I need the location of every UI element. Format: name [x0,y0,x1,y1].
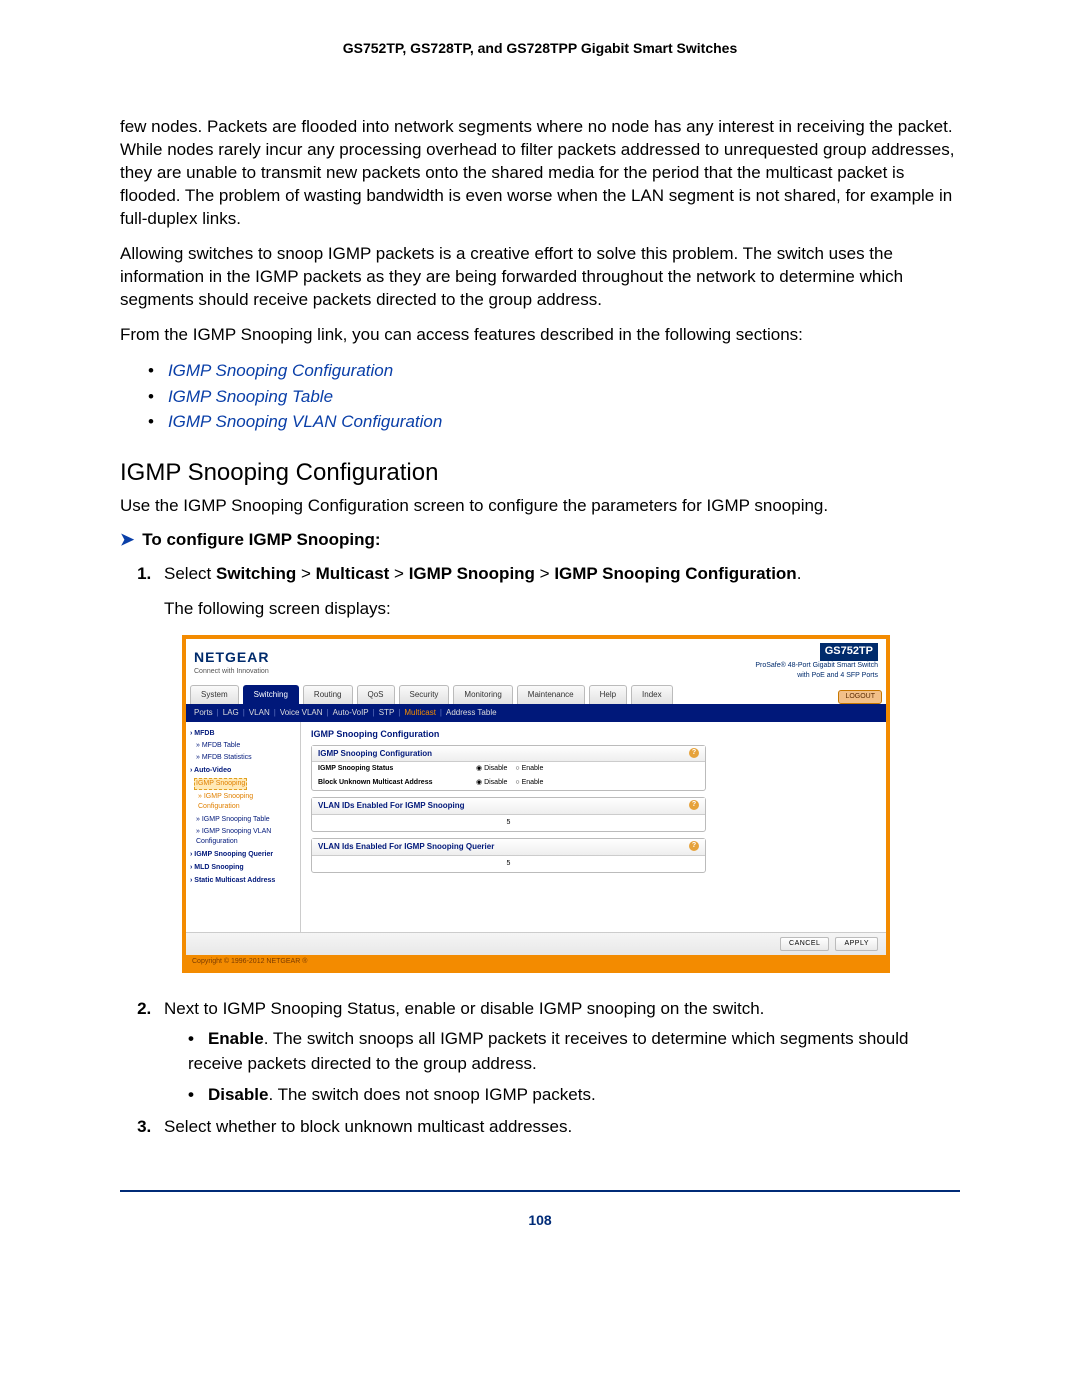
paragraph: few nodes. Packets are flooded into netw… [120,116,960,231]
tab-security[interactable]: Security [399,685,450,704]
paragraph: Use the IGMP Snooping Configuration scre… [120,495,960,518]
side-link-selected[interactable]: » IGMP Snooping Configuration [198,792,296,812]
brand-tagline: Connect with Innovation [194,667,269,677]
apply-button[interactable]: APPLY [835,937,878,951]
subtab[interactable]: Auto-VoIP [333,707,369,719]
help-icon[interactable]: ? [689,841,699,851]
side-link[interactable]: » MFDB Table [196,741,296,751]
section-link[interactable]: IGMP Snooping Configuration [148,358,960,384]
tab-monitoring[interactable]: Monitoring [453,685,512,704]
config-panel: IGMP Snooping Configuration? IGMP Snoopi… [311,745,706,792]
section-link[interactable]: IGMP Snooping Table [148,384,960,410]
sub-item: Enable. The switch snoops all IGMP packe… [188,1027,960,1076]
side-group[interactable]: › Auto-Video [190,766,296,776]
paragraph: Allowing switches to snoop IGMP packets … [120,243,960,312]
step: Select Switching > Multicast > IGMP Snoo… [156,562,960,973]
tab-index[interactable]: Index [631,685,673,704]
tab-routing[interactable]: Routing [303,685,353,704]
tab-system[interactable]: System [190,685,239,704]
step: Select whether to block unknown multicas… [156,1115,960,1140]
subtab[interactable]: VLAN [249,707,270,719]
page-number: 108 [120,1212,960,1228]
row-label: Block Unknown Multicast Address [318,778,468,788]
panel-value: 5 [312,856,705,872]
side-group[interactable]: › MFDB [190,729,296,739]
ui-screenshot: NETGEAR Connect with Innovation GS752TP … [182,635,890,973]
doc-title: GS752TP, GS728TP, and GS728TPP Gigabit S… [120,40,960,56]
side-link[interactable]: » IGMP Snooping VLAN Configuration [196,827,296,847]
model-info: GS752TP ProSafe® 48-Port Gigabit Smart S… [755,643,878,681]
sub-item: Disable. The switch does not snoop IGMP … [188,1083,960,1108]
sub-tab-bar: Ports| LAG| VLAN| Voice VLAN| Auto-VoIP|… [186,704,886,722]
help-icon[interactable]: ? [689,748,699,758]
tab-help[interactable]: Help [589,685,627,704]
panel-value: 5 [312,815,705,831]
procedure-heading: ➤To configure IGMP Snooping: [120,530,960,550]
subtab[interactable]: Address Table [446,707,497,719]
subtab[interactable]: LAG [223,707,239,719]
main-tab-bar: System Switching Routing QoS Security Mo… [186,683,886,704]
logout-button[interactable]: LOGOUT [838,690,882,704]
help-icon[interactable]: ? [689,800,699,810]
radio-enable[interactable]: ○ Enable [515,765,543,772]
paragraph: From the IGMP Snooping link, you can acc… [120,324,960,347]
vlan-snooping-panel: VLAN IDs Enabled For IGMP Snooping? 5 [311,797,706,832]
section-link-list: IGMP Snooping Configuration IGMP Snoopin… [148,358,960,435]
side-group[interactable]: › IGMP Snooping Querier [190,850,296,860]
tab-qos[interactable]: QoS [357,685,395,704]
sidebar: › MFDB » MFDB Table » MFDB Statistics › … [186,722,301,932]
side-link[interactable]: » IGMP Snooping Table [196,815,296,825]
subtab[interactable]: STP [379,707,395,719]
row-label: IGMP Snooping Status [318,764,468,774]
side-link[interactable]: » MFDB Statistics [196,753,296,763]
brand-logo: NETGEAR [194,647,269,667]
panel-main-title: IGMP Snooping Configuration [311,728,706,741]
side-group-selected[interactable]: IGMP Snooping [194,778,247,790]
copyright: Copyright © 1996-2012 NETGEAR ® [186,955,886,969]
subtab[interactable]: Ports [194,707,213,719]
radio-disable[interactable]: ◉ Disable [476,779,507,786]
section-link[interactable]: IGMP Snooping VLAN Configuration [148,409,960,435]
subtab-active[interactable]: Multicast [404,707,436,719]
radio-disable[interactable]: ◉ Disable [476,765,507,772]
tab-switching[interactable]: Switching [243,685,299,704]
side-group[interactable]: › MLD Snooping [190,863,296,873]
subtab[interactable]: Voice VLAN [280,707,323,719]
vlan-querier-panel: VLAN Ids Enabled For IGMP Snooping Queri… [311,838,706,873]
section-heading: IGMP Snooping Configuration [120,459,960,487]
side-group[interactable]: › Static Multicast Address [190,876,296,886]
tab-maintenance[interactable]: Maintenance [517,685,585,704]
radio-enable[interactable]: ○ Enable [515,779,543,786]
step: Next to IGMP Snooping Status, enable or … [156,997,960,1108]
footer-rule [120,1190,960,1192]
arrow-icon: ➤ [120,530,134,549]
cancel-button[interactable]: CANCEL [780,937,829,951]
